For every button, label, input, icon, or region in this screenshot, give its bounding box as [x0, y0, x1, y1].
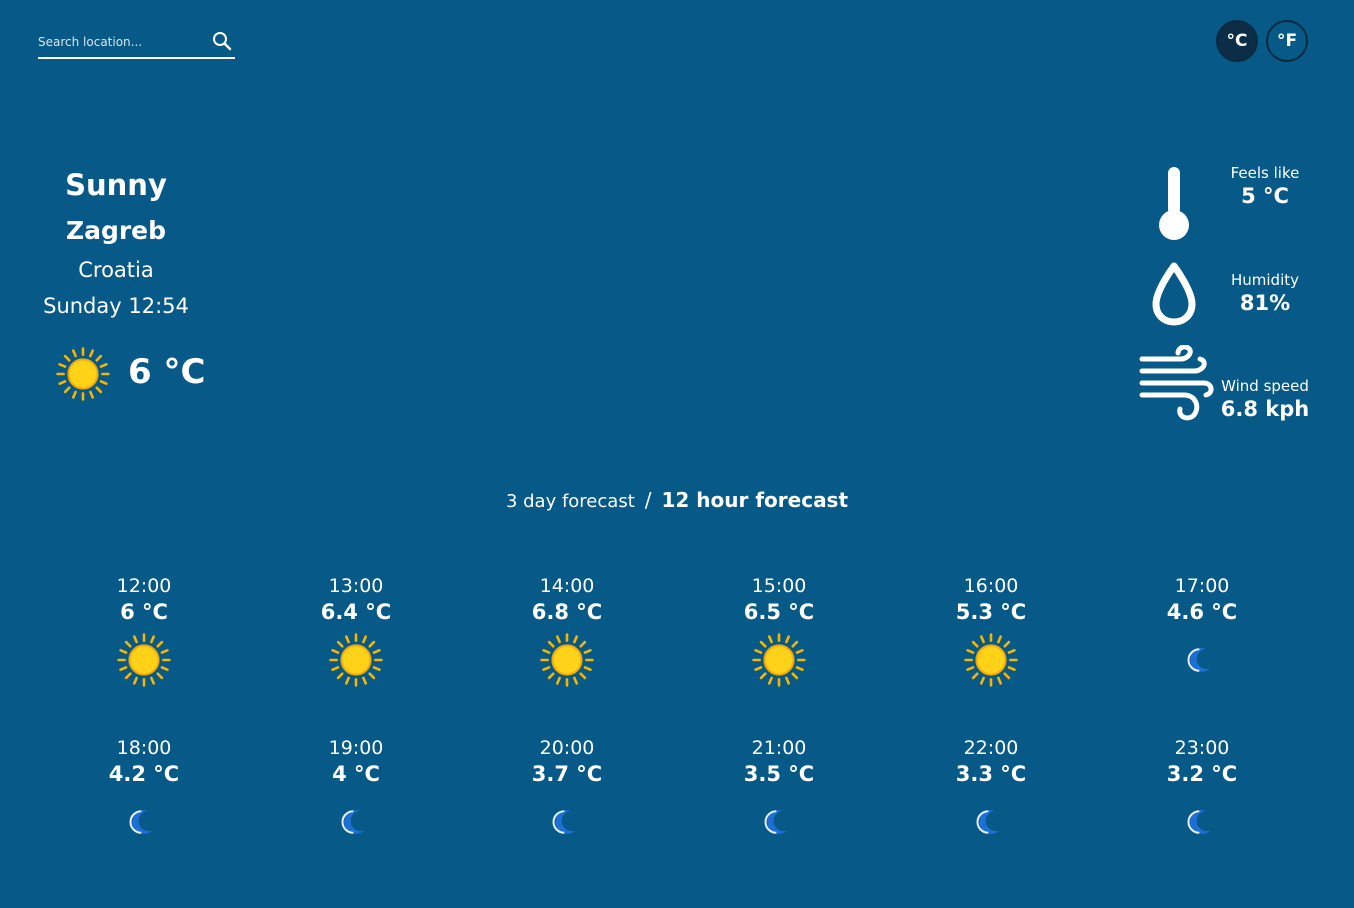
hourly-time: 12:00: [116, 575, 172, 597]
hourly-temperature: 4.2 °C: [108, 762, 180, 786]
moon-icon: [329, 795, 383, 849]
current-condition: Sunny: [65, 168, 167, 202]
hourly-time: 14:00: [539, 575, 595, 597]
hourly-item: 17:00 4.6 °C: [1122, 575, 1282, 705]
hourly-item: 22:00 3.3 °C: [911, 737, 1071, 867]
hourly-item: 19:00 4 °C: [276, 737, 436, 867]
current-datetime: Sunday 12:54: [43, 294, 189, 318]
hourly-time: 22:00: [963, 737, 1019, 759]
feels-like-label: Feels like: [1230, 164, 1300, 182]
hourly-temperature: 5.3 °C: [955, 600, 1027, 624]
feels-like-value: 5 °C: [1241, 184, 1289, 208]
hourly-temperature: 6.5 °C: [743, 600, 815, 624]
hourly-item: 18:00 4.2 °C: [64, 737, 224, 867]
search-bar: [38, 26, 235, 59]
moon-icon: [117, 795, 171, 849]
hourly-time: 16:00: [963, 575, 1019, 597]
hourly-temperature: 6 °C: [120, 600, 168, 624]
hourly-item: 16:00 5.3 °C: [911, 575, 1071, 705]
moon-icon: [1175, 795, 1229, 849]
fahrenheit-button[interactable]: °F: [1266, 20, 1308, 62]
forecast-toggle: 3 day forecast / 12 hour forecast: [0, 488, 1354, 512]
feels-like-stat: Feels like 5 °C: [1130, 160, 1330, 240]
moon-icon: [752, 795, 806, 849]
hourly-item: 20:00 3.7 °C: [487, 737, 647, 867]
hourly-temperature: 3.3 °C: [955, 762, 1027, 786]
hourly-temperature: 3.5 °C: [743, 762, 815, 786]
sun-icon: [56, 347, 110, 401]
sun-icon: [117, 633, 171, 687]
hourly-temperature: 3.2 °C: [1166, 762, 1238, 786]
thermometer-icon: [1155, 165, 1193, 245]
moon-icon: [1175, 633, 1229, 687]
wind-icon: [1138, 344, 1214, 427]
hourly-time: 15:00: [751, 575, 807, 597]
moon-icon: [540, 795, 594, 849]
current-temperature: 6 °C: [128, 352, 206, 392]
hourly-temperature: 3.7 °C: [531, 762, 603, 786]
hourly-temperature: 6.4 °C: [320, 600, 392, 624]
hourly-temperature: 4 °C: [332, 762, 380, 786]
wind-speed-value: 6.8 kph: [1220, 397, 1310, 421]
three-day-forecast-link[interactable]: 3 day forecast: [506, 491, 635, 512]
city-name: Zagreb: [65, 216, 167, 245]
sun-icon: [964, 633, 1018, 687]
celsius-button[interactable]: °C: [1216, 20, 1258, 62]
hourly-time: 23:00: [1174, 737, 1230, 759]
humidity-value: 81%: [1239, 291, 1291, 315]
sun-icon: [329, 633, 383, 687]
sun-icon: [540, 633, 594, 687]
hourly-time: 18:00: [116, 737, 172, 759]
hourly-time: 19:00: [328, 737, 384, 759]
wind-speed-label: Wind speed: [1221, 377, 1309, 395]
humidity-label: Humidity: [1230, 271, 1299, 289]
wind-speed-stat: Wind speed 6.8 kph: [1130, 344, 1330, 427]
twelve-hour-forecast-link[interactable]: 12 hour forecast: [662, 488, 849, 512]
search-input[interactable]: [38, 32, 203, 52]
country-name: Croatia: [78, 258, 154, 282]
hourly-temperature: 6.8 °C: [531, 600, 603, 624]
hourly-item: 23:00 3.2 °C: [1122, 737, 1282, 867]
hourly-item: 12:00 6 °C: [64, 575, 224, 705]
hourly-item: 13:00 6.4 °C: [276, 575, 436, 705]
moon-icon: [964, 795, 1018, 849]
droplet-icon: [1150, 262, 1198, 330]
search-icon[interactable]: [211, 30, 233, 52]
hourly-time: 20:00: [539, 737, 595, 759]
hourly-item: 21:00 3.5 °C: [699, 737, 859, 867]
hourly-time: 21:00: [751, 737, 807, 759]
hourly-temperature: 4.6 °C: [1166, 600, 1238, 624]
hourly-item: 14:00 6.8 °C: [487, 575, 647, 705]
humidity-stat: Humidity 81%: [1130, 262, 1330, 342]
hourly-item: 15:00 6.5 °C: [699, 575, 859, 705]
hourly-time: 13:00: [328, 575, 384, 597]
sun-icon: [752, 633, 806, 687]
forecast-separator: /: [644, 488, 652, 512]
hourly-time: 17:00: [1174, 575, 1230, 597]
